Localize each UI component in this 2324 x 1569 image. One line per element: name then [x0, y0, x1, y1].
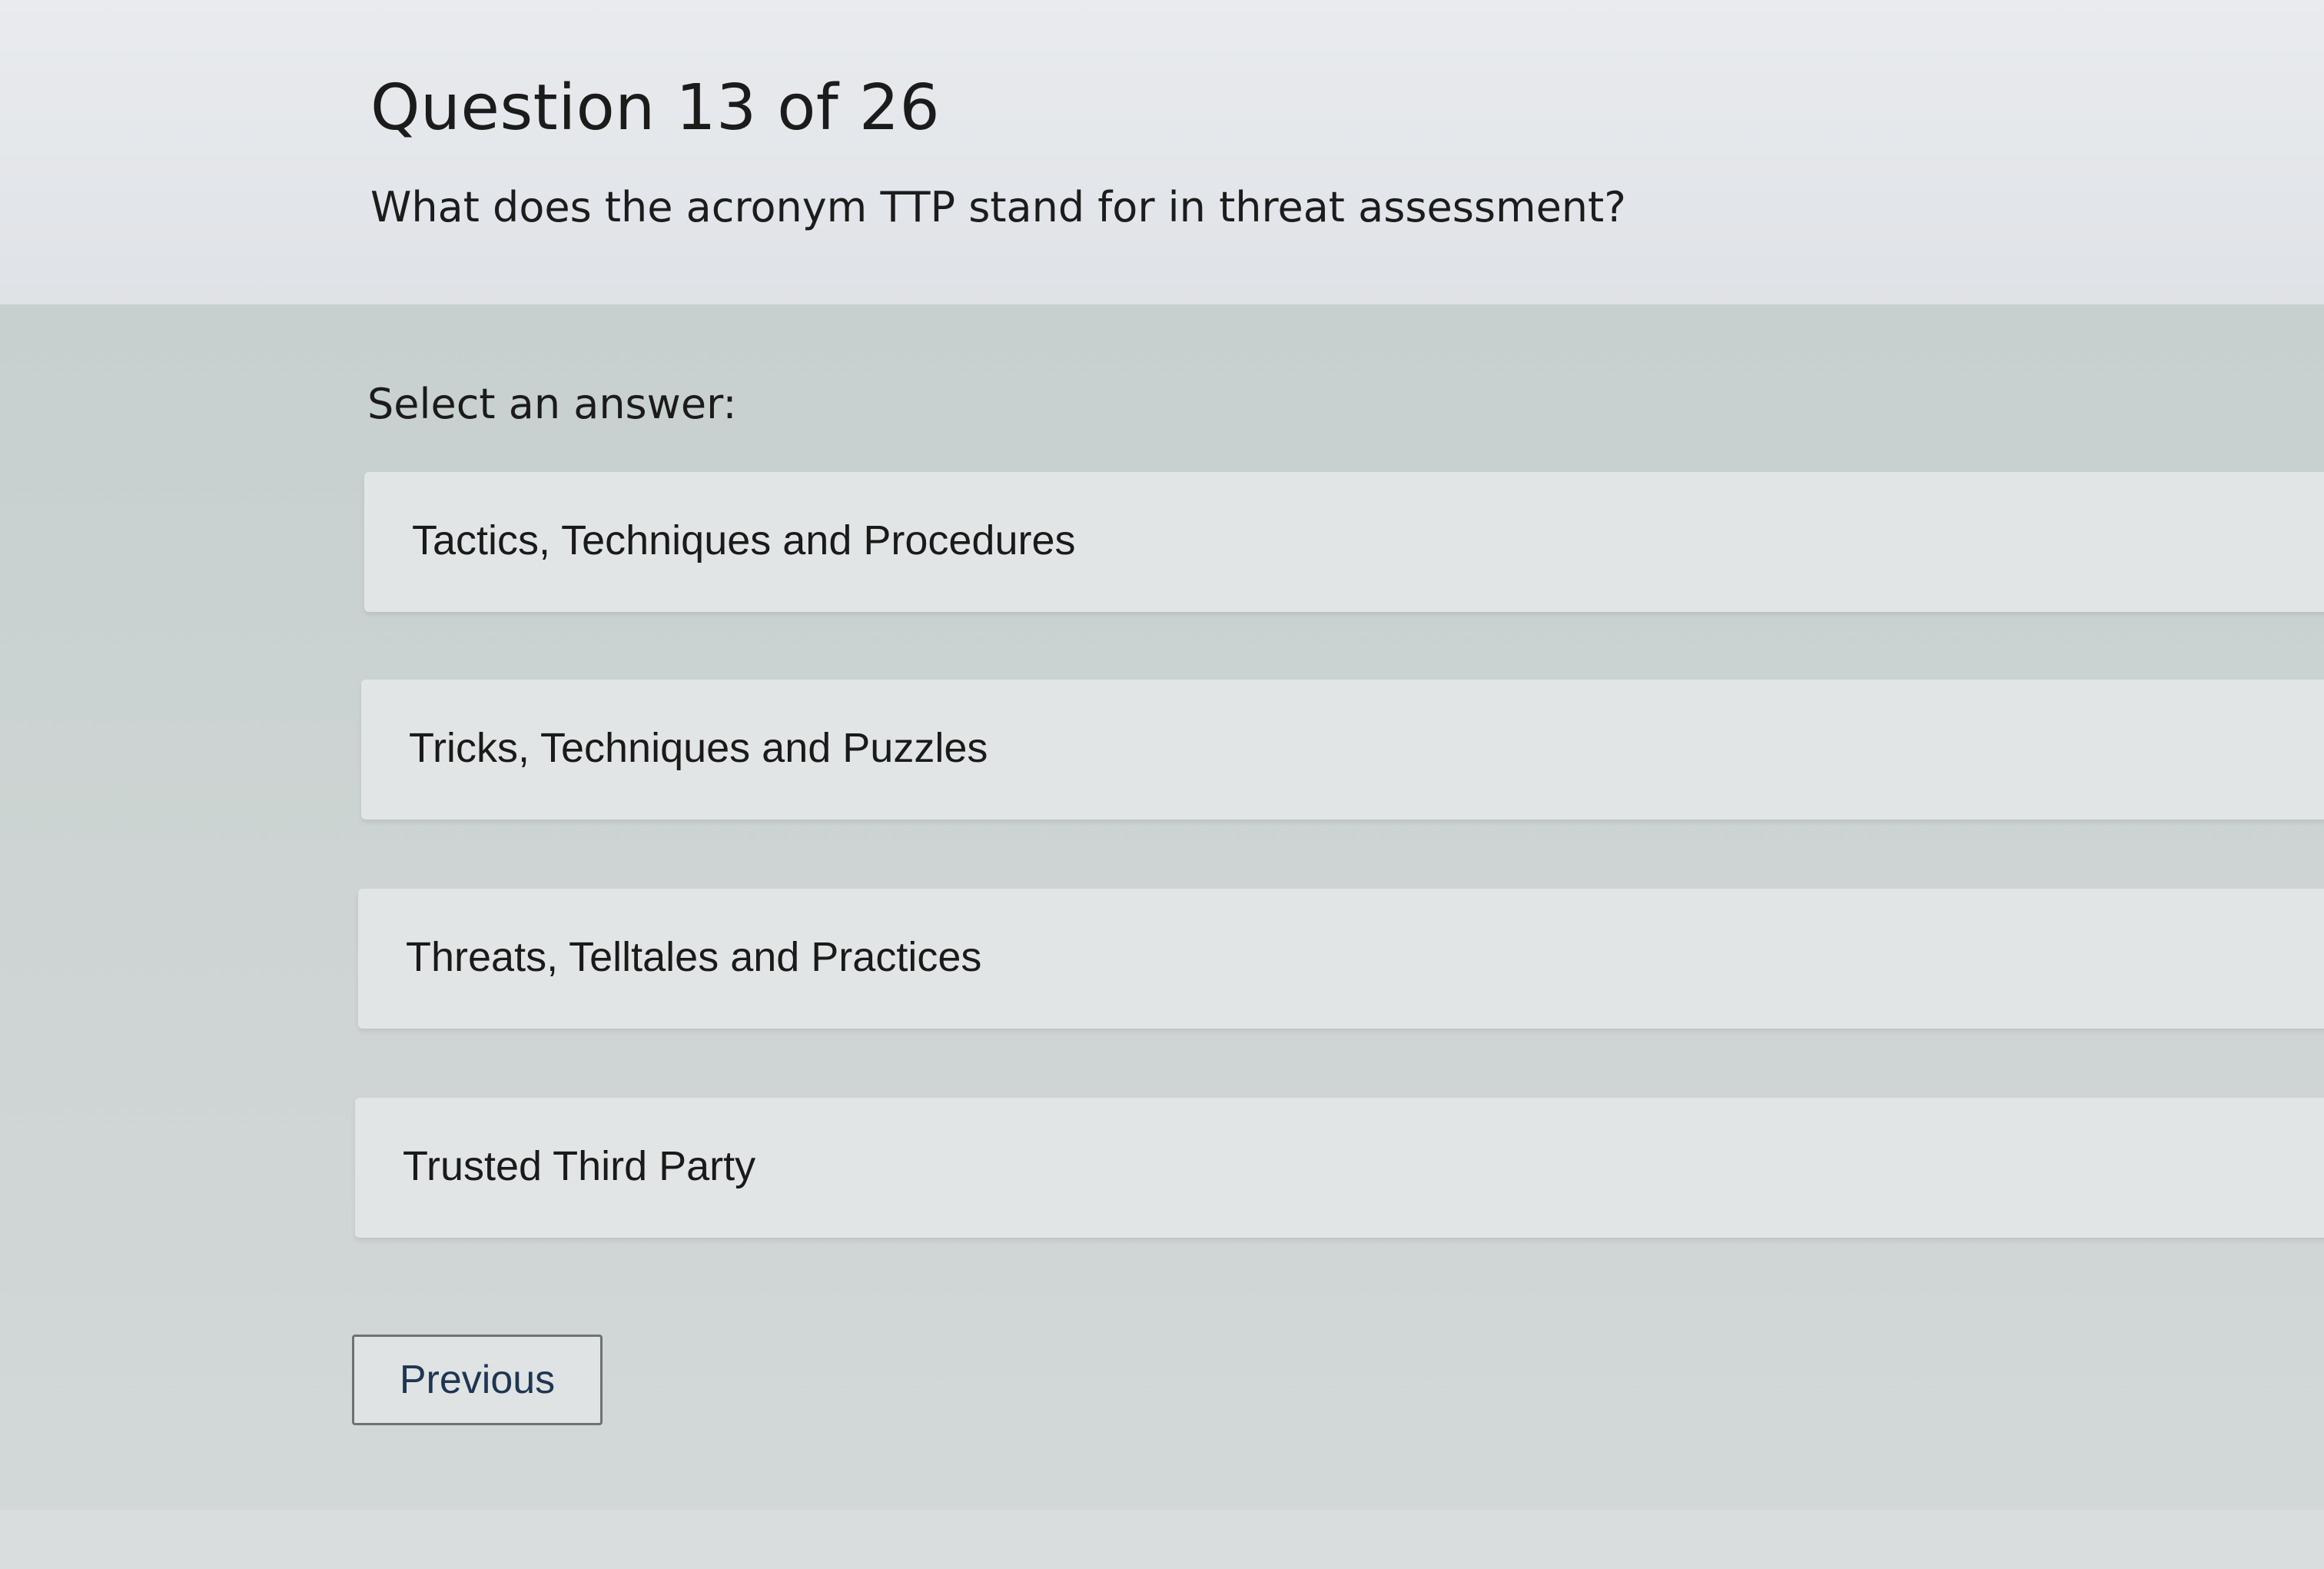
question-header-area	[0, 0, 2324, 304]
answer-option-tricks-techniques-puzzles[interactable]: Tricks, Techniques and Puzzles	[361, 680, 2324, 819]
answer-option-label: Threats, Telltales and Practices	[406, 934, 982, 980]
previous-button[interactable]: Previous	[352, 1335, 603, 1425]
question-heading: Question 13 of 26	[370, 71, 941, 145]
answer-option-tactics-techniques-procedures[interactable]: Tactics, Techniques and Procedures	[364, 472, 2324, 612]
answer-option-threats-telltales-practices[interactable]: Threats, Telltales and Practices	[358, 889, 2324, 1029]
question-text: What does the acronym TTP stand for in t…	[370, 183, 1626, 231]
answer-option-label: Tricks, Techniques and Puzzles	[409, 725, 988, 771]
answer-option-trusted-third-party[interactable]: Trusted Third Party	[355, 1098, 2324, 1238]
answer-option-label: Tactics, Techniques and Procedures	[412, 517, 1076, 563]
bottom-strip	[0, 1510, 2324, 1569]
answer-option-label: Trusted Third Party	[403, 1143, 756, 1189]
select-answer-label: Select an answer:	[367, 380, 737, 428]
